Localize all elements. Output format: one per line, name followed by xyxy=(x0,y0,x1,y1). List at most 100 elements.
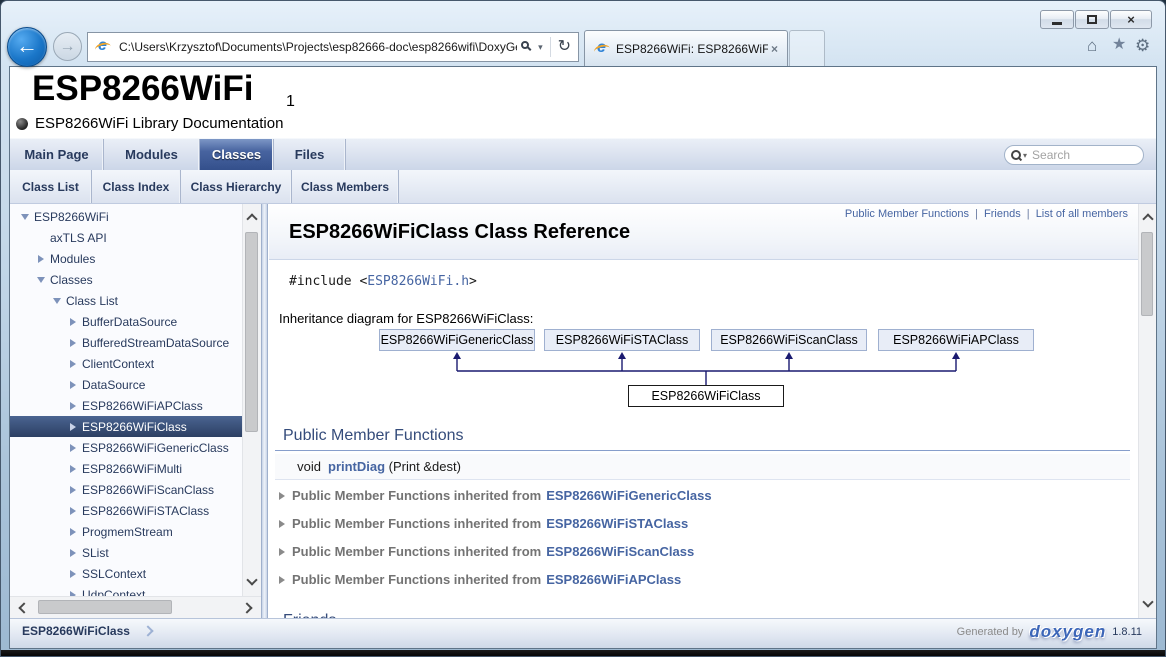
inherited-section-ap[interactable]: Public Member Functions inherited from E… xyxy=(279,572,681,587)
tree-expand-icon[interactable] xyxy=(36,255,50,263)
project-number: 1 xyxy=(286,93,295,111)
tab-class-index[interactable]: Class Index xyxy=(92,170,181,203)
tree-item-clientcontext[interactable]: ClientContext xyxy=(10,353,242,374)
include-line: #include <ESP8266WiFi.h> xyxy=(289,274,477,289)
summary-link-friends[interactable]: Friends xyxy=(984,208,1021,220)
address-input[interactable] xyxy=(117,39,519,55)
tree-expand-icon[interactable] xyxy=(68,423,82,431)
inherited-class-link[interactable]: ESP8266WiFiScanClass xyxy=(546,544,694,559)
tree-item-slist[interactable]: SList xyxy=(10,542,242,563)
tab-modules[interactable]: Modules xyxy=(104,139,200,170)
scroll-up-icon[interactable] xyxy=(246,213,257,224)
tree-expand-icon[interactable] xyxy=(68,360,82,368)
tree-expand-icon[interactable] xyxy=(68,507,82,515)
tree-item-esp8266wificlass-selected[interactable]: ESP8266WiFiClass xyxy=(10,416,242,437)
diagram-node-esp8266wifigenericclass[interactable]: ESP8266WiFiGenericClass xyxy=(379,329,535,351)
tab-files[interactable]: Files xyxy=(274,139,346,170)
sidebar-horizontal-scrollbar[interactable] xyxy=(10,596,261,618)
address-search-icon[interactable] xyxy=(520,40,534,54)
diagram-node-esp8266wifistaclass[interactable]: ESP8266WiFiSTAClass xyxy=(544,329,700,351)
tree-item-esp8266wifigenericclass[interactable]: ESP8266WiFiGenericClass xyxy=(10,437,242,458)
member-link-printdiag[interactable]: printDiag xyxy=(328,459,385,474)
inherited-class-link[interactable]: ESP8266WiFiGenericClass xyxy=(546,488,711,503)
tree-expand-icon[interactable] xyxy=(68,549,82,557)
tree-collapse-icon[interactable] xyxy=(36,277,50,283)
tree-expand-icon[interactable] xyxy=(68,486,82,494)
expand-arrow-icon xyxy=(279,576,285,584)
settings-icon[interactable]: ⚙ xyxy=(1135,37,1150,54)
tree-expand-icon[interactable] xyxy=(68,402,82,410)
tab-class-hierarchy[interactable]: Class Hierarchy xyxy=(181,170,292,203)
tree-item-class-list[interactable]: Class List xyxy=(10,290,242,311)
tree-expand-icon[interactable] xyxy=(68,381,82,389)
tree-item-bufferedstreamdatasource[interactable]: BufferedStreamDataSource xyxy=(10,332,242,353)
scroll-down-icon[interactable] xyxy=(1142,596,1153,607)
project-logo-icon xyxy=(16,118,28,130)
diagram-node-esp8266wifiapclass[interactable]: ESP8266WiFiAPClass xyxy=(878,329,1034,351)
browser-window: × ← → ▾ ↻ ESP8266WiFi: ESP8266WiFi... × … xyxy=(0,0,1166,657)
inherited-class-link[interactable]: ESP8266WiFiAPClass xyxy=(546,572,681,587)
tree-item-progmemstream[interactable]: ProgmemStream xyxy=(10,521,242,542)
tree-expand-icon[interactable] xyxy=(68,318,82,326)
inherited-section-scan[interactable]: Public Member Functions inherited from E… xyxy=(279,544,694,559)
scroll-left-icon[interactable] xyxy=(18,602,29,613)
tree-item-udpcontext[interactable]: UdpContext xyxy=(10,584,242,596)
tree-item-sslcontext[interactable]: SSLContext xyxy=(10,563,242,584)
address-dropdown-caret-icon[interactable]: ▾ xyxy=(538,42,543,53)
sidebar-hscrollbar-thumb[interactable] xyxy=(38,600,172,614)
favorites-icon[interactable]: ★ xyxy=(1112,37,1126,53)
inherited-section-sta[interactable]: Public Member Functions inherited from E… xyxy=(279,516,688,531)
tree-expand-icon[interactable] xyxy=(68,528,82,536)
inherited-class-link[interactable]: ESP8266WiFiSTAClass xyxy=(546,516,688,531)
tab-main-page[interactable]: Main Page xyxy=(10,139,104,170)
tab-close-icon[interactable]: × xyxy=(768,42,781,56)
tab-class-members[interactable]: Class Members xyxy=(292,170,399,203)
tree-item-bufferdatasource[interactable]: BufferDataSource xyxy=(10,311,242,332)
tree-item-esp8266wifi[interactable]: ESP8266WiFi xyxy=(10,206,242,227)
tree-expand-icon[interactable] xyxy=(68,465,82,473)
search-input[interactable] xyxy=(1030,147,1137,163)
content-scrollbar-thumb[interactable] xyxy=(1141,232,1153,316)
summary-link-all-members[interactable]: List of all members xyxy=(1036,208,1128,220)
search-box[interactable]: ▾ xyxy=(1004,145,1144,165)
tab-class-list[interactable]: Class List xyxy=(10,170,92,203)
tree-item-classes[interactable]: Classes xyxy=(10,269,242,290)
breadcrumb-item[interactable]: ESP8266WiFiClass xyxy=(22,624,130,638)
diagram-node-esp8266wifiscanclass[interactable]: ESP8266WiFiScanClass xyxy=(711,329,867,351)
tree-item-datasource[interactable]: DataSource xyxy=(10,374,242,395)
tree-item-esp8266wifimulti[interactable]: ESP8266WiFiMulti xyxy=(10,458,242,479)
tree-item-axtls-api[interactable]: axTLS API xyxy=(10,227,242,248)
back-button[interactable]: ← xyxy=(7,27,47,67)
summary-link-public-member-functions[interactable]: Public Member Functions xyxy=(845,208,969,220)
tree-expand-icon[interactable] xyxy=(68,570,82,578)
include-file-link[interactable]: ESP8266WiFi.h xyxy=(367,274,469,289)
forward-button[interactable]: → xyxy=(53,32,82,61)
scroll-right-icon[interactable] xyxy=(241,602,252,613)
doxygen-logo[interactable]: doxygen xyxy=(1029,622,1106,642)
tree-collapse-icon[interactable] xyxy=(20,214,34,220)
window-bottom-frame xyxy=(1,650,1165,656)
tree-item-esp8266wifiscanclass[interactable]: ESP8266WiFiScanClass xyxy=(10,479,242,500)
inherited-section-generic[interactable]: Public Member Functions inherited from E… xyxy=(279,488,712,503)
close-icon: × xyxy=(1127,13,1135,26)
home-icon[interactable]: ⌂ xyxy=(1087,37,1097,54)
new-tab-button[interactable] xyxy=(789,30,825,67)
tree-collapse-icon[interactable] xyxy=(52,298,66,304)
scroll-down-icon[interactable] xyxy=(246,574,257,585)
pane-splitter[interactable] xyxy=(261,204,268,618)
tree-expand-icon[interactable] xyxy=(68,444,82,452)
search-caret-icon[interactable]: ▾ xyxy=(1023,151,1027,160)
browser-tab[interactable]: ESP8266WiFi: ESP8266WiFi... × xyxy=(584,30,788,67)
refresh-icon[interactable]: ↻ xyxy=(558,39,571,55)
scroll-up-icon[interactable] xyxy=(1142,213,1153,224)
address-bar[interactable]: ▾ ↻ xyxy=(87,32,579,62)
content-vertical-scrollbar[interactable] xyxy=(1138,204,1156,618)
member-args: (Print &dest) xyxy=(385,459,461,474)
tree-item-esp8266wifistaclass[interactable]: ESP8266WiFiSTAClass xyxy=(10,500,242,521)
sidebar-vertical-scrollbar[interactable] xyxy=(242,204,261,596)
tree-item-esp8266wifiapclass[interactable]: ESP8266WiFiAPClass xyxy=(10,395,242,416)
tab-classes[interactable]: Classes xyxy=(200,139,274,170)
sidebar-scrollbar-thumb[interactable] xyxy=(245,232,258,432)
tree-item-modules[interactable]: Modules xyxy=(10,248,242,269)
tree-expand-icon[interactable] xyxy=(68,339,82,347)
